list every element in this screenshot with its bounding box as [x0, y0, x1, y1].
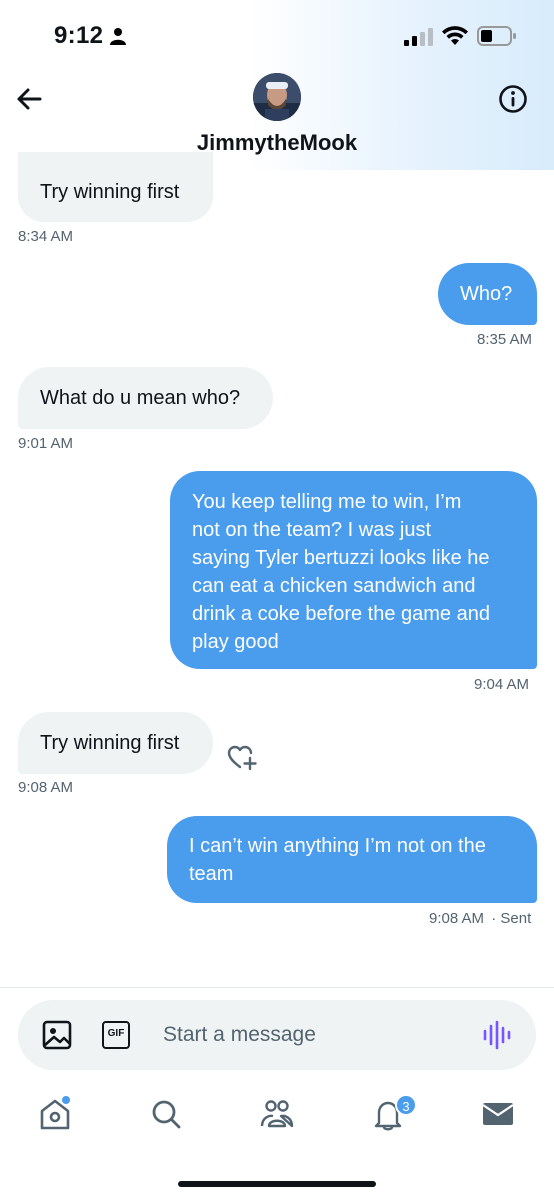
search-icon[interactable] — [148, 1096, 184, 1132]
home-icon[interactable] — [37, 1096, 73, 1132]
message-text: Try winning first — [40, 181, 180, 203]
message-time: 9:08 AM — [429, 910, 485, 927]
message-text: What do u mean who? — [40, 387, 241, 409]
message-line: I can’t win anything I’m not on the — [189, 835, 486, 857]
message-line: saying Tyler bertuzzi looks like he — [192, 547, 490, 569]
messages-icon[interactable] — [480, 1096, 516, 1132]
notification-count-badge: 3 — [395, 1094, 417, 1116]
message-input[interactable] — [163, 1021, 463, 1049]
message-line: team — [189, 863, 234, 885]
message-timestamp: 9:08 AM · Sent — [429, 910, 531, 927]
message-text: Try winning first — [40, 732, 180, 754]
message-line: play good — [192, 631, 279, 653]
image-icon[interactable] — [42, 1020, 72, 1050]
message-bubble-outgoing[interactable]: Who? — [438, 263, 537, 325]
message-bubble-incoming[interactable]: What do u mean who? — [18, 367, 273, 429]
message-status: · Sent — [491, 910, 532, 927]
heart-add-reaction-icon[interactable] — [226, 742, 260, 772]
message-line: not on the team? I was just — [192, 519, 432, 541]
person-icon — [110, 28, 126, 45]
gif-button[interactable]: GIF — [102, 1021, 130, 1049]
avatar-image — [253, 73, 301, 121]
status-bar: 9:12 — [0, 0, 554, 70]
avatar[interactable] — [253, 73, 301, 121]
message-text: Who? — [460, 283, 513, 305]
message-bubble-outgoing[interactable]: I can’t win anything I’m not on the team — [167, 816, 537, 903]
message-timestamp: 8:35 AM — [477, 331, 533, 348]
message-bubble-incoming[interactable]: Try winning first — [18, 152, 213, 222]
message-line: You keep telling me to win, I’m — [192, 491, 462, 513]
message-composer: GIF — [18, 1000, 536, 1070]
arrow-left-icon[interactable] — [14, 84, 44, 114]
battery-icon — [477, 26, 516, 46]
home-indicator — [178, 1181, 376, 1187]
message-bubble-outgoing[interactable]: You keep telling me to win, I’m not on t… — [170, 471, 537, 669]
message-line: drink a coke before the game and — [192, 603, 490, 625]
status-time: 9:12 — [54, 22, 104, 49]
communities-icon[interactable] — [259, 1096, 295, 1132]
message-timestamp: 9:04 AM — [474, 676, 530, 693]
message-line: can eat a chicken sandwich and — [192, 575, 476, 597]
cellular-signal-icon — [404, 28, 433, 46]
message-timestamp: 9:08 AM — [18, 779, 74, 796]
info-circle-icon[interactable] — [498, 84, 528, 114]
message-timestamp: 8:34 AM — [18, 228, 74, 245]
message-bubble-incoming[interactable]: Try winning first — [18, 712, 213, 774]
message-timestamp: 9:01 AM — [18, 435, 74, 452]
gif-label: GIF — [107, 1028, 125, 1039]
divider — [0, 987, 554, 988]
wifi-icon — [442, 26, 468, 45]
voice-message-icon[interactable] — [482, 1020, 512, 1050]
